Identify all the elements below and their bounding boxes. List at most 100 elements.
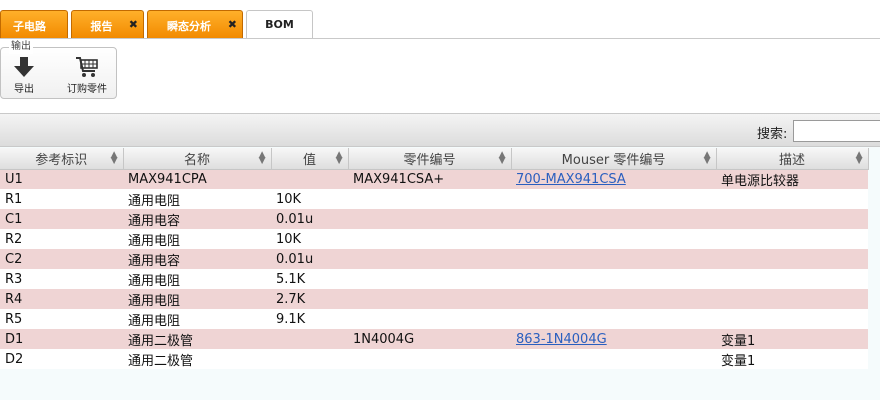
cell-part-number bbox=[348, 289, 511, 309]
cell-description bbox=[716, 309, 868, 329]
close-icon[interactable]: ✖ bbox=[228, 18, 237, 31]
cell-description bbox=[716, 249, 868, 269]
cell-mouser-number: 700-MAX941CSA bbox=[511, 169, 716, 189]
tab-subcircuit[interactable]: 子电路 bbox=[0, 10, 68, 38]
search-label: 搜索: bbox=[757, 127, 788, 142]
cell-description bbox=[716, 289, 868, 309]
order-parts-button[interactable]: 订购零件 bbox=[63, 56, 111, 96]
column-header-part-number[interactable]: 零件编号 ▲ ▼ bbox=[348, 148, 512, 170]
sort-arrows-icon[interactable]: ▲ ▼ bbox=[111, 151, 118, 166]
cell-name: 通用电阻 bbox=[123, 189, 271, 209]
cell-description: 变量1 bbox=[716, 329, 868, 349]
toolbar: 输出 导出 订购零件 bbox=[0, 39, 880, 113]
cell-part-number: MAX941CSA+ bbox=[348, 169, 511, 189]
column-header-description[interactable]: 描述 ▲ ▼ bbox=[716, 148, 869, 170]
cell-description bbox=[716, 209, 868, 229]
cell-name: 通用电阻 bbox=[123, 309, 271, 329]
table-row[interactable]: C2 通用电容 0.01u bbox=[0, 249, 868, 269]
download-arrow-icon bbox=[14, 57, 34, 77]
cell-ref: R2 bbox=[0, 229, 123, 249]
cell-value: 5.1K bbox=[271, 269, 348, 289]
tab-bom[interactable]: BOM bbox=[246, 10, 313, 39]
cell-ref: R1 bbox=[0, 189, 123, 209]
cell-part-number bbox=[348, 249, 511, 269]
cell-value: 10K bbox=[271, 189, 348, 209]
cell-name: 通用电容 bbox=[123, 209, 271, 229]
cell-part-number bbox=[348, 349, 511, 369]
cell-part-number bbox=[348, 229, 511, 249]
cell-value: 9.1K bbox=[271, 309, 348, 329]
sort-arrows-icon[interactable]: ▲ ▼ bbox=[499, 151, 506, 166]
table-row[interactable]: D1 通用二极管 1N4004G 863-1N4004G 变量1 bbox=[0, 329, 868, 349]
cell-mouser-number: 863-1N4004G bbox=[511, 329, 716, 349]
cell-mouser-number bbox=[511, 209, 716, 229]
table-row[interactable]: R4 通用电阻 2.7K bbox=[0, 289, 868, 309]
tab-label: BOM bbox=[265, 18, 294, 31]
column-header-label: 值 bbox=[302, 152, 316, 168]
tab-transient-analysis[interactable]: 瞬态分析 ✖ bbox=[147, 10, 243, 38]
mouser-part-link[interactable]: 700-MAX941CSA bbox=[516, 172, 626, 187]
table-row[interactable]: C1 通用电容 0.01u bbox=[0, 209, 868, 229]
tab-report[interactable]: 报告 ✖ bbox=[71, 10, 144, 38]
cell-ref: R4 bbox=[0, 289, 123, 309]
cell-description bbox=[716, 229, 868, 249]
cell-name: 通用二极管 bbox=[123, 349, 271, 369]
cell-ref: U1 bbox=[0, 169, 123, 189]
column-header-ref[interactable]: 参考标识 ▲ ▼ bbox=[0, 148, 124, 170]
cell-ref: R5 bbox=[0, 309, 123, 329]
cell-value bbox=[271, 169, 348, 189]
cell-ref: D1 bbox=[0, 329, 123, 349]
cell-value: 2.7K bbox=[271, 289, 348, 309]
export-label: 导出 bbox=[14, 84, 34, 95]
bom-table: 参考标识 ▲ ▼ 名称 ▲ ▼ 值 ▲ ▼ 零件编号 ▲ ▼ Mouser 零件编号 ▲ ▼ 描述 ▲… bbox=[0, 148, 869, 369]
cell-part-number bbox=[348, 309, 511, 329]
search-input[interactable] bbox=[793, 120, 880, 142]
table-row[interactable]: R5 通用电阻 9.1K bbox=[0, 309, 868, 329]
cell-description bbox=[716, 189, 868, 209]
column-header-label: 参考标识 bbox=[35, 152, 88, 168]
cell-value bbox=[271, 349, 348, 369]
cell-ref: C1 bbox=[0, 209, 123, 229]
cell-description: 变量1 bbox=[716, 349, 868, 369]
bom-table-container: 参考标识 ▲ ▼ 名称 ▲ ▼ 值 ▲ ▼ 零件编号 ▲ ▼ Mouser 零件编号 ▲ ▼ 描述 ▲… bbox=[0, 148, 880, 400]
cell-part-number bbox=[348, 209, 511, 229]
cell-mouser-number bbox=[511, 269, 716, 289]
table-row[interactable]: D2 通用二极管 变量1 bbox=[0, 349, 868, 369]
column-header-label: 名称 bbox=[183, 152, 210, 168]
cell-value bbox=[271, 329, 348, 349]
sort-arrows-icon[interactable]: ▲ ▼ bbox=[704, 151, 711, 166]
close-icon[interactable]: ✖ bbox=[129, 18, 138, 31]
shopping-cart-icon bbox=[76, 57, 98, 77]
cell-ref: C2 bbox=[0, 249, 123, 269]
column-header-mouser-number[interactable]: Mouser 零件编号 ▲ ▼ bbox=[511, 148, 717, 170]
cell-name: MAX941CPA bbox=[123, 169, 271, 189]
cell-name: 通用电阻 bbox=[123, 229, 271, 249]
cell-value: 0.01u bbox=[271, 249, 348, 269]
search-bar: 搜索: bbox=[0, 113, 880, 147]
cell-description: 单电源比较器 bbox=[716, 169, 868, 189]
cell-name: 通用电容 bbox=[123, 249, 271, 269]
sort-arrows-icon[interactable]: ▲ ▼ bbox=[259, 151, 266, 166]
sort-arrows-icon[interactable]: ▲ ▼ bbox=[856, 151, 863, 166]
order-parts-label: 订购零件 bbox=[67, 84, 107, 95]
column-header-name[interactable]: 名称 ▲ ▼ bbox=[123, 148, 272, 170]
column-header-label: 零件编号 bbox=[403, 152, 456, 168]
cell-mouser-number bbox=[511, 249, 716, 269]
cell-mouser-number bbox=[511, 349, 716, 369]
cell-name: 通用电阻 bbox=[123, 289, 271, 309]
output-group: 输出 导出 订购零件 bbox=[0, 40, 117, 99]
table-row[interactable]: R1 通用电阻 10K bbox=[0, 189, 868, 209]
cell-part-number bbox=[348, 189, 511, 209]
column-header-value[interactable]: 值 ▲ ▼ bbox=[271, 148, 349, 170]
table-row[interactable]: U1 MAX941CPA MAX941CSA+ 700-MAX941CSA 单电… bbox=[0, 169, 868, 189]
mouser-part-link[interactable]: 863-1N4004G bbox=[516, 332, 607, 347]
cell-name: 通用二极管 bbox=[123, 329, 271, 349]
sort-arrows-icon[interactable]: ▲ ▼ bbox=[336, 151, 343, 166]
tab-label: 子电路 bbox=[13, 20, 46, 33]
table-row[interactable]: R2 通用电阻 10K bbox=[0, 229, 868, 249]
export-button[interactable]: 导出 bbox=[9, 56, 39, 96]
cell-name: 通用电阻 bbox=[123, 269, 271, 289]
table-row[interactable]: R3 通用电阻 5.1K bbox=[0, 269, 868, 289]
column-header-label: Mouser 零件编号 bbox=[561, 152, 666, 168]
cell-value: 0.01u bbox=[271, 209, 348, 229]
